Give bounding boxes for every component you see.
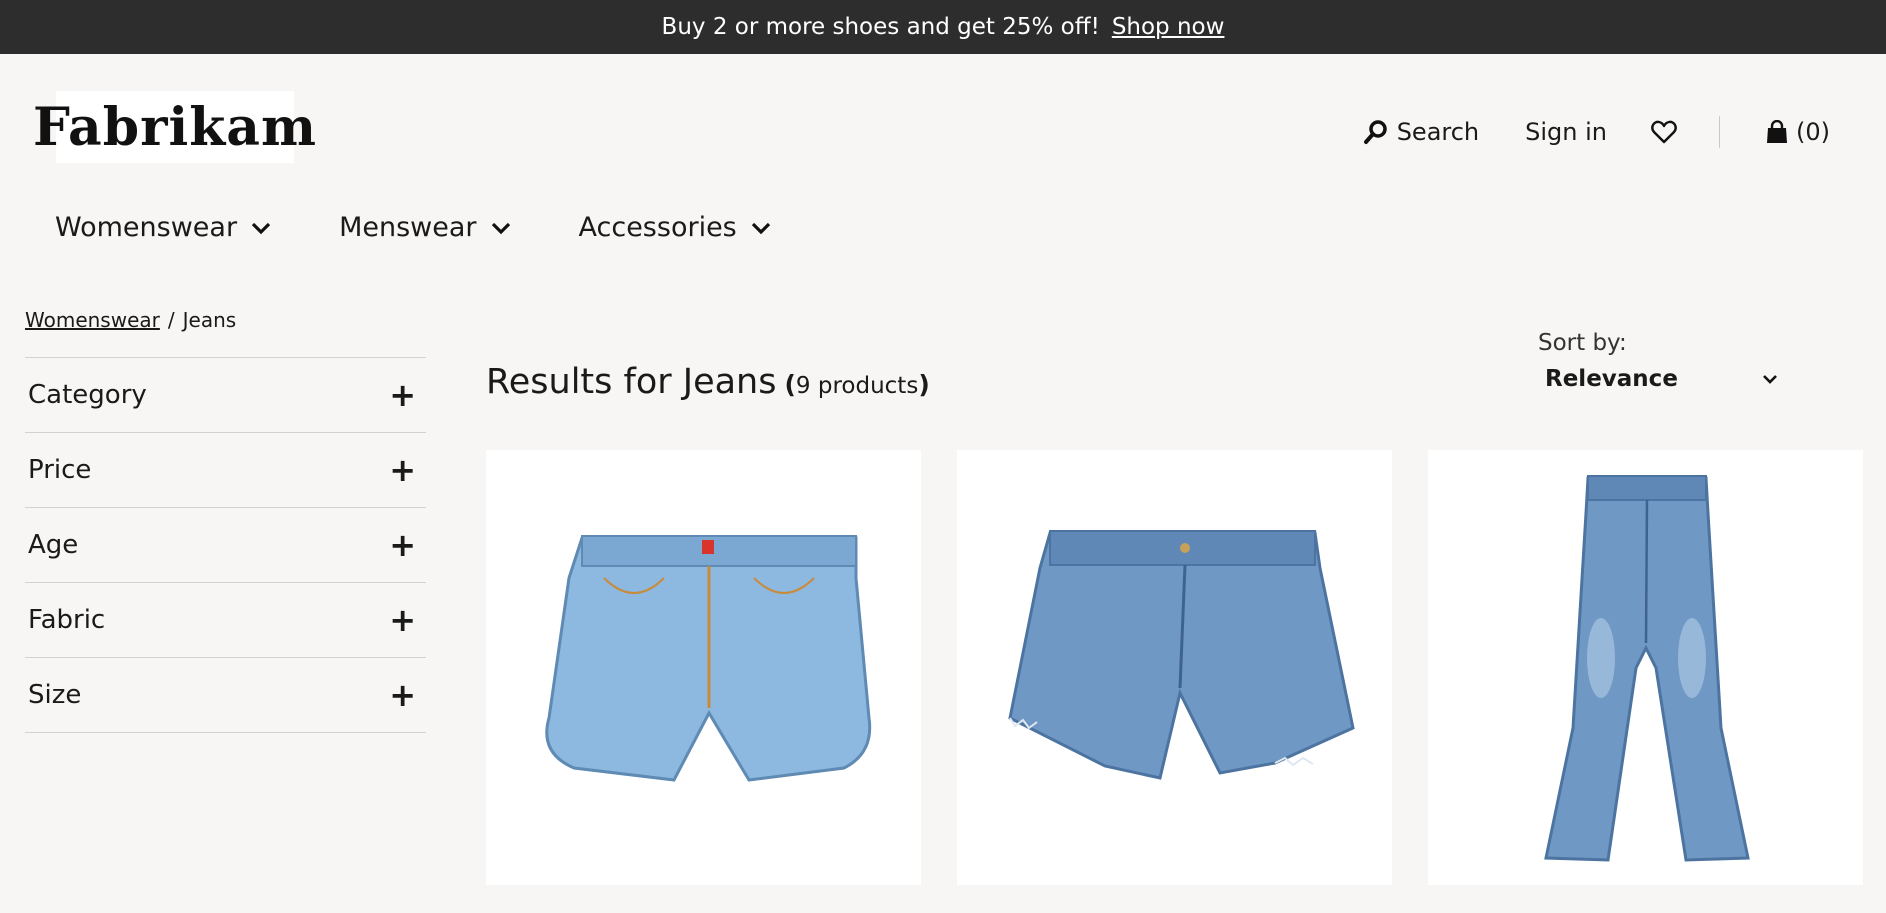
search-button[interactable]: Search (1363, 118, 1479, 146)
sort-select[interactable]: Relevance (1545, 366, 1778, 392)
nav-label: Accessories (578, 212, 737, 243)
filter-label: Size (28, 680, 82, 710)
sort-control: Sort by: Relevance (1538, 330, 1778, 392)
chevron-down-icon (491, 222, 510, 234)
results-heading: Results for Jeans (9 products) (486, 362, 930, 402)
wishlist-button[interactable] (1651, 120, 1677, 144)
chevron-down-icon (251, 222, 271, 234)
product-card[interactable] (957, 450, 1392, 885)
sign-in-link[interactable]: Sign in (1525, 118, 1607, 146)
filter-label: Price (28, 455, 92, 485)
results-count: 9 products (795, 373, 919, 399)
product-card[interactable] (486, 450, 921, 885)
heart-icon (1651, 120, 1677, 144)
nav-label: Menswear (339, 212, 477, 243)
shop-now-link[interactable]: Shop now (1112, 14, 1225, 40)
chevron-down-icon (1763, 375, 1777, 384)
search-icon (1363, 120, 1387, 144)
plus-icon: + (389, 676, 416, 714)
plus-icon: + (389, 451, 416, 489)
chevron-down-icon (751, 222, 770, 234)
header-divider (1719, 116, 1720, 148)
breadcrumb-current: Jeans (182, 308, 237, 332)
filter-fabric[interactable]: Fabric + (25, 583, 426, 658)
nav-label: Womenswear (55, 212, 238, 243)
header-actions: Search Sign in (0) (1363, 112, 1830, 152)
cart-count: (0) (1796, 118, 1830, 146)
results-count-wrapper: (9 products) (784, 370, 929, 399)
nav-womenswear[interactable]: Womenswear (55, 212, 271, 243)
paren-open: ( (784, 370, 796, 399)
product-grid (486, 450, 1863, 885)
promo-text: Buy 2 or more shoes and get 25% off! (661, 14, 1100, 40)
filter-age[interactable]: Age + (25, 508, 426, 583)
filter-label: Fabric (28, 605, 106, 635)
sort-value: Relevance (1545, 366, 1678, 392)
product-card[interactable] (1428, 450, 1863, 885)
results-prefix: Results for Jeans (486, 362, 777, 402)
promo-banner: Buy 2 or more shoes and get 25% off! Sho… (0, 0, 1886, 54)
paren-close: ) (918, 370, 930, 399)
flared-jeans-image (1543, 474, 1750, 862)
cart-button[interactable]: (0) (1766, 118, 1830, 146)
shopping-bag-icon (1767, 120, 1787, 143)
filter-panel: Category + Price + Age + Fabric + Size + (25, 357, 426, 733)
plus-icon: + (389, 601, 416, 639)
breadcrumb-womenswear[interactable]: Womenswear (25, 308, 160, 332)
frayed-denim-shorts-image (1007, 529, 1355, 780)
search-label: Search (1396, 118, 1480, 146)
main-nav: Womenswear Menswear Accessories (55, 212, 771, 243)
breadcrumb: Womenswear / Jeans (25, 308, 236, 332)
filter-label: Category (28, 380, 147, 410)
sort-label: Sort by: (1538, 330, 1627, 356)
breadcrumb-separator: / (167, 308, 175, 332)
nav-menswear[interactable]: Menswear (339, 212, 510, 243)
sign-in-label: Sign in (1525, 118, 1607, 146)
nav-accessories[interactable]: Accessories (579, 212, 771, 243)
filter-price[interactable]: Price + (25, 433, 426, 508)
filter-size[interactable]: Size + (25, 658, 426, 733)
plus-icon: + (389, 526, 416, 564)
filter-label: Age (28, 530, 79, 560)
plus-icon: + (389, 376, 416, 414)
brand-logo[interactable]: Fabrikam (33, 91, 316, 163)
filter-category[interactable]: Category + (25, 358, 426, 433)
light-wash-denim-shorts-image (544, 534, 871, 782)
